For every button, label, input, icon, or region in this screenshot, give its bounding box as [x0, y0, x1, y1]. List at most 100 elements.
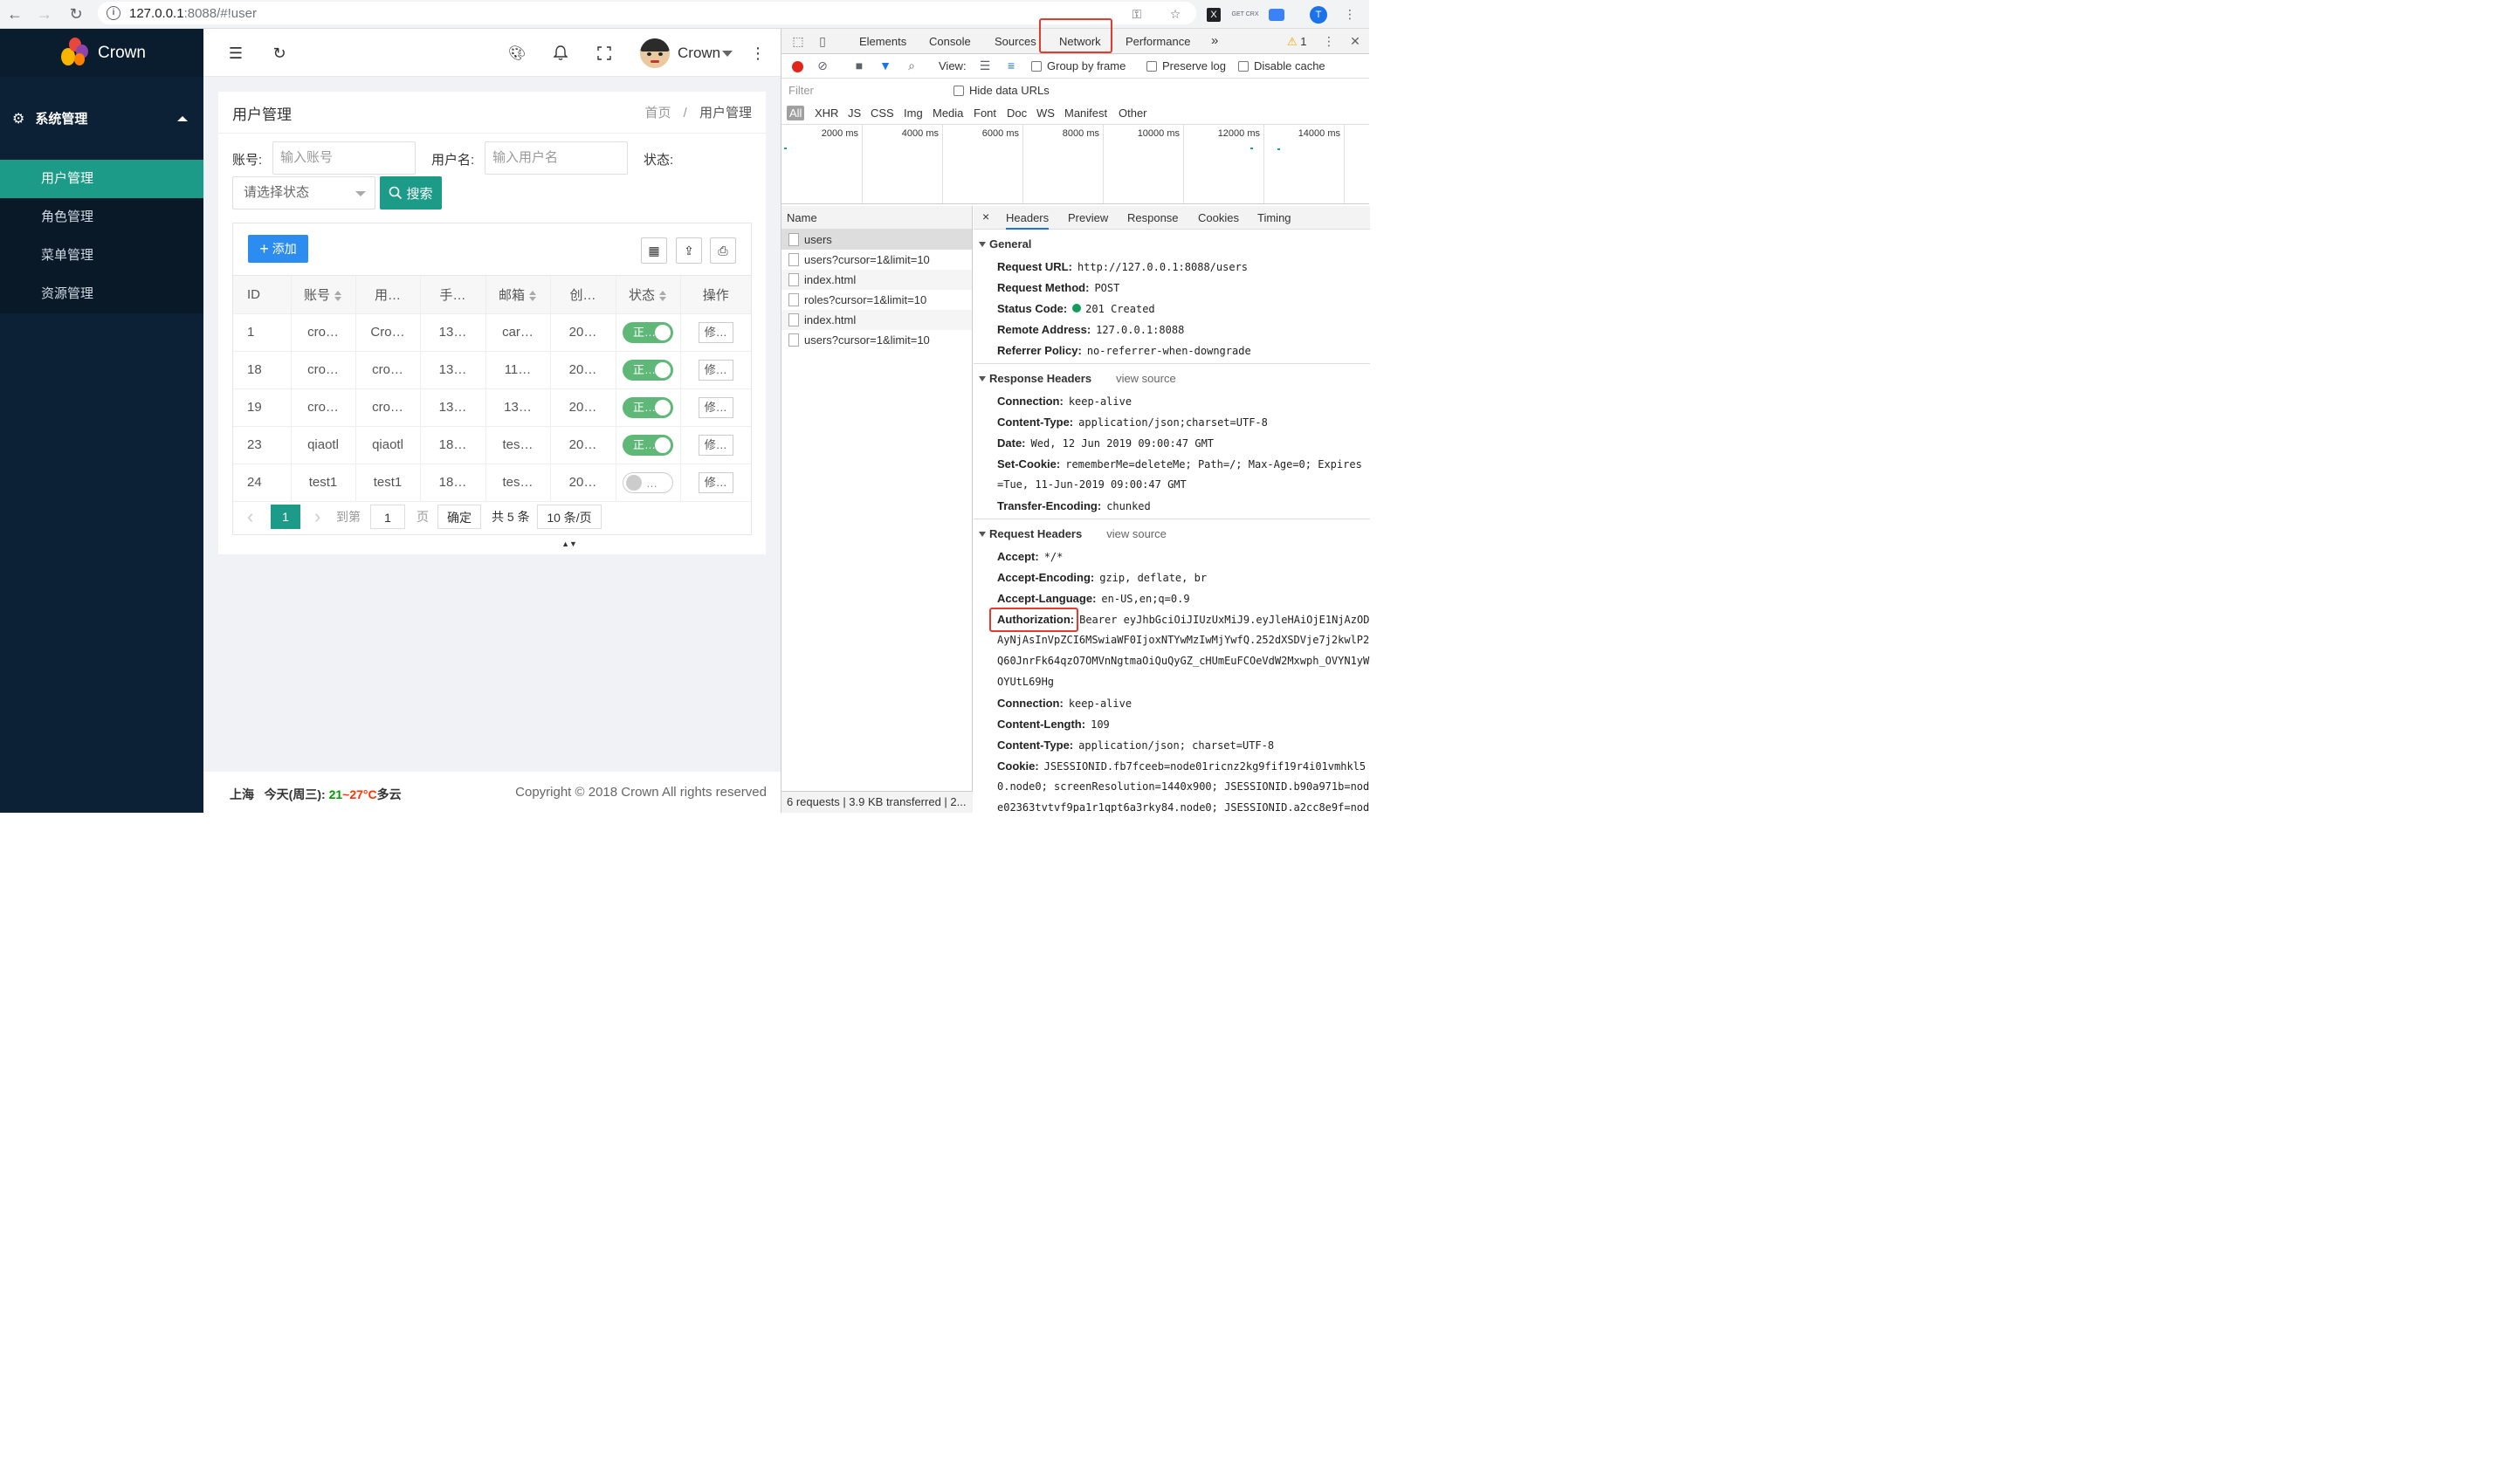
sidebar-item-roles[interactable]: 角色管理 [0, 198, 203, 237]
more-vertical-icon[interactable]: ⋮ [747, 42, 769, 65]
tab-preview[interactable]: Preview [1068, 211, 1108, 224]
tab-sources[interactable]: Sources [995, 35, 1036, 48]
page-1-button[interactable]: 1 [271, 505, 300, 529]
refresh-icon[interactable]: ↻ [268, 42, 291, 65]
section-request-headers[interactable]: Request Headers view source [979, 527, 1167, 540]
page-size-select[interactable]: 10 条/页 ▲▼ [537, 505, 602, 548]
info-icon[interactable]: i [107, 6, 120, 20]
tab-response[interactable]: Response [1127, 211, 1179, 224]
type-all[interactable]: All [787, 106, 805, 120]
brand-logo[interactable]: Crown [0, 29, 203, 77]
columns-icon[interactable]: ▦ [641, 237, 667, 264]
request-row[interactable]: index.html [781, 270, 972, 290]
request-row[interactable]: users?cursor=1&limit=10 [781, 330, 972, 350]
username-input[interactable]: 输入用户名 [485, 141, 628, 175]
filter-input[interactable]: Filter [788, 84, 814, 97]
type-xhr[interactable]: XHR [815, 106, 838, 120]
column-header-email[interactable]: 邮箱 [485, 276, 551, 314]
status-select[interactable]: 请选择状态 [232, 176, 375, 210]
browser-menu-icon[interactable]: ⋮ [1334, 0, 1366, 29]
request-row[interactable]: roles?cursor=1&limit=10 [781, 290, 972, 310]
inspect-element-icon[interactable]: ⬚ [790, 33, 806, 49]
type-manifest[interactable]: Manifest [1064, 106, 1107, 120]
devtools-menu-icon[interactable]: ⋮ [1321, 33, 1337, 49]
table-row[interactable]: 23 qiaotl qiaotl 18… tes… 20… 正… 修… [233, 426, 751, 464]
avatar[interactable] [640, 38, 670, 68]
section-general[interactable]: General [979, 237, 1031, 251]
type-img[interactable]: Img [904, 106, 923, 120]
column-header-created[interactable]: 创… [550, 276, 616, 314]
edit-button[interactable]: 修… [698, 434, 733, 456]
edit-button[interactable]: 修… [698, 396, 733, 418]
close-devtools-icon[interactable]: ✕ [1347, 33, 1363, 49]
edit-button[interactable]: 修… [698, 471, 733, 493]
address-bar[interactable]: i 127.0.0.1:8088/#!user [98, 2, 1196, 24]
column-header-id[interactable]: ID [233, 276, 292, 314]
type-doc[interactable]: Doc [1007, 106, 1027, 120]
section-response-headers[interactable]: Response Headers view source [979, 372, 1176, 385]
column-header-username[interactable]: 用… [355, 276, 421, 314]
next-page-button[interactable]: › [314, 505, 320, 529]
type-js[interactable]: JS [848, 106, 861, 120]
search-button[interactable]: 搜索 [380, 176, 442, 210]
column-header-phone[interactable]: 手… [420, 276, 486, 314]
close-detail-icon[interactable]: × [982, 210, 989, 223]
sidebar-item-resources[interactable]: 资源管理 [0, 275, 203, 313]
back-icon[interactable]: ← [2, 3, 28, 25]
menu-toggle-icon[interactable]: ☰ [224, 42, 247, 65]
more-tabs-icon[interactable]: » [1211, 33, 1218, 48]
bell-icon[interactable] [549, 42, 572, 65]
forward-icon[interactable]: → [31, 3, 58, 25]
extension-x-icon[interactable]: X [1198, 0, 1229, 29]
menu-group-system[interactable]: ⚙ 系统管理 [0, 77, 203, 160]
extension-meet-icon[interactable] [1261, 0, 1292, 29]
goto-page-input[interactable]: 1 [370, 505, 405, 529]
confirm-button[interactable]: 确定 [437, 505, 481, 529]
tab-timing[interactable]: Timing [1257, 211, 1291, 224]
filter-icon[interactable]: ▼ [878, 58, 893, 73]
key-icon[interactable]: ⚿ [1121, 0, 1153, 29]
edit-button[interactable]: 修… [698, 359, 733, 381]
star-icon[interactable]: ☆ [1160, 0, 1191, 29]
column-header-account[interactable]: 账号 [291, 276, 356, 314]
clear-icon[interactable]: ⊘ [815, 58, 830, 73]
table-row[interactable]: 19 cro… cro… 13… 13… 20… 正… 修… [233, 388, 751, 427]
screenshot-icon[interactable]: ■ [851, 58, 867, 73]
column-header-status[interactable]: 状态 [616, 276, 681, 314]
view-source-link[interactable]: view source [1116, 372, 1176, 385]
record-icon[interactable] [792, 61, 803, 72]
extension-crx-icon[interactable]: GET CRX [1229, 0, 1261, 29]
export-icon[interactable]: ⇪ [676, 237, 702, 264]
edit-button[interactable]: 修… [698, 321, 733, 343]
type-ws[interactable]: WS [1036, 106, 1055, 120]
group-by-frame-checkbox[interactable]: Group by frame [1031, 59, 1126, 72]
tab-headers[interactable]: Headers [1006, 211, 1050, 230]
breadcrumb-home[interactable]: 首页 [644, 106, 671, 120]
waterfall-view-icon[interactable]: ≡ [1003, 58, 1019, 73]
disable-cache-checkbox[interactable]: Disable cache [1238, 59, 1325, 72]
name-column-header[interactable]: Name [781, 206, 972, 230]
type-font[interactable]: Font [974, 106, 996, 120]
add-button[interactable]: + 添加 [248, 235, 308, 263]
table-row[interactable]: 1 cro… Cro… 13… car… 20… 正… 修… [233, 313, 751, 352]
tab-console[interactable]: Console [929, 35, 971, 48]
request-row[interactable]: users?cursor=1&limit=10 [781, 250, 972, 270]
request-row[interactable]: index.html [781, 310, 972, 330]
status-toggle[interactable]: … [623, 471, 673, 493]
fullscreen-icon[interactable] [593, 42, 616, 65]
list-view-icon[interactable]: ☰ [977, 58, 993, 73]
status-toggle[interactable]: 正… [623, 359, 673, 381]
warning-count[interactable]: ⚠ 1 [1287, 35, 1307, 49]
type-media[interactable]: Media [933, 106, 963, 120]
device-toolbar-icon[interactable]: ▯ [815, 33, 830, 49]
print-icon[interactable]: ⎙ [710, 237, 736, 264]
tab-cookies[interactable]: Cookies [1198, 211, 1239, 224]
status-toggle[interactable]: 正… [623, 321, 673, 343]
preserve-log-checkbox[interactable]: Preserve log [1146, 59, 1226, 72]
type-other[interactable]: Other [1119, 106, 1147, 120]
sidebar-item-menus[interactable]: 菜单管理 [0, 237, 203, 275]
type-css[interactable]: CSS [871, 106, 894, 120]
tab-performance[interactable]: Performance [1126, 35, 1190, 48]
table-row[interactable]: 18 cro… cro… 13… 11… 20… 正… 修… [233, 351, 751, 389]
user-name[interactable]: Crown [678, 45, 720, 62]
